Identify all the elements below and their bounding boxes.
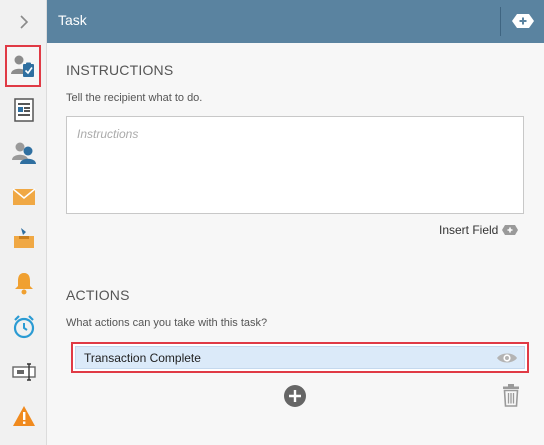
warning-icon — [12, 406, 35, 426]
sidebar-item-timer[interactable] — [0, 307, 47, 347]
sidebar-item-notifications[interactable] — [0, 263, 47, 303]
task-icon — [11, 55, 34, 77]
eye-icon — [497, 353, 517, 362]
inbox-icon — [13, 228, 34, 248]
timer-icon — [13, 315, 34, 339]
action-item-label: Transaction Complete — [84, 350, 201, 365]
panel-header: Task — [47, 0, 544, 43]
instructions-heading: INSTRUCTIONS — [66, 62, 174, 78]
instructions-hint: Tell the recipient what to do. — [66, 92, 203, 104]
action-item[interactable]: Transaction Complete — [71, 342, 529, 373]
add-button[interactable] — [507, 10, 539, 32]
plus-circle-icon — [284, 385, 306, 407]
email-icon — [12, 188, 35, 205]
delete-action-button[interactable] — [502, 383, 520, 407]
sidebar — [0, 0, 47, 445]
insert-field-label: Insert Field — [439, 223, 499, 237]
actions-heading: ACTIONS — [66, 287, 130, 303]
action-item-inner: Transaction Complete — [75, 346, 525, 369]
page-title: Task — [58, 12, 87, 28]
add-action-button[interactable] — [283, 384, 307, 408]
sidebar-item-inbox[interactable] — [0, 218, 47, 258]
users-icon — [11, 142, 36, 164]
collapse-sidebar-button[interactable] — [0, 2, 47, 42]
add-plus-icon — [512, 14, 534, 28]
insert-field-button[interactable]: Insert Field — [439, 222, 519, 238]
sidebar-item-form[interactable] — [0, 90, 47, 130]
form-icon — [13, 98, 34, 122]
sidebar-item-text-field[interactable] — [0, 352, 47, 392]
header-divider — [500, 7, 501, 36]
task-panel: Task INSTRUCTIONS Tell the recipient wha… — [47, 0, 544, 445]
instructions-input[interactable] — [66, 116, 524, 214]
actions-hint: What actions can you take with this task… — [66, 317, 268, 329]
text-field-icon — [11, 363, 36, 381]
chevron-right-icon — [19, 15, 28, 29]
sidebar-item-task[interactable] — [5, 45, 41, 87]
visibility-toggle[interactable] — [496, 351, 518, 365]
bell-icon — [14, 273, 33, 295]
sidebar-item-email[interactable] — [0, 177, 47, 217]
insert-field-icon — [502, 225, 519, 235]
sidebar-item-users[interactable] — [0, 132, 47, 172]
trash-icon — [503, 384, 519, 407]
sidebar-item-warning[interactable] — [0, 396, 47, 436]
